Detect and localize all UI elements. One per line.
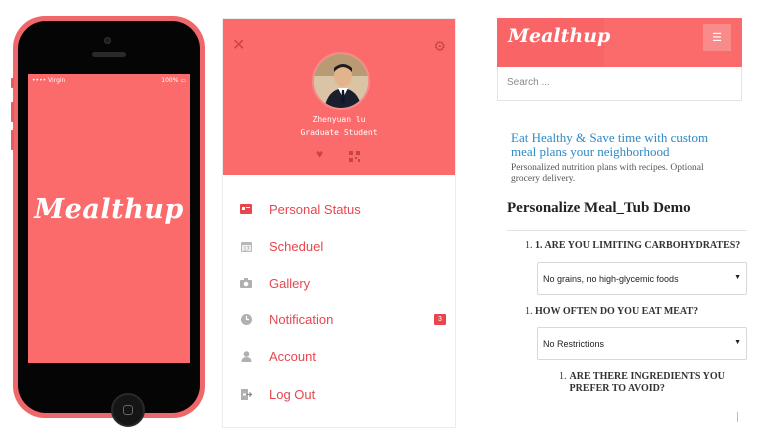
hero-title[interactable]: Eat Healthy & Save time with custom meal…	[511, 131, 736, 159]
logout-icon	[240, 388, 252, 400]
side-menu-panel: ✕ ⚙ Zhenyuan lu Graduate Student ♥ Perso…	[222, 18, 456, 428]
status-battery: 100% ▭	[161, 76, 186, 84]
select-value: No grains, no high-glycemic foods	[543, 273, 679, 284]
battery-percent: 100%	[161, 76, 179, 84]
status-bar: •••• Virgin 100% ▭	[28, 74, 190, 86]
question-2: 1. HOW OFTEN DO YOU EAT MEAT?	[525, 306, 698, 317]
avatar-image	[314, 54, 368, 108]
profile-role: Graduate Student	[300, 128, 378, 137]
text-cursor	[737, 412, 738, 422]
question-text: HOW OFTEN DO YOU EAT MEAT?	[535, 306, 699, 317]
question-1: 1. 1. ARE YOU LIMITING CARBOHYDRATES?	[525, 240, 740, 251]
menu-item-label: Scheduel	[269, 238, 324, 254]
clock-icon	[240, 313, 252, 325]
heart-icon[interactable]: ♥	[316, 147, 323, 161]
volume-up-button	[11, 102, 14, 122]
calendar-icon: 17	[240, 240, 252, 252]
menu-item-account[interactable]: Account	[223, 343, 455, 369]
question-text: ARE THERE INGREDIENTS YOU PREFER TO AVOI…	[569, 371, 725, 394]
section-divider	[507, 230, 747, 231]
search-input[interactable]	[507, 77, 727, 88]
site-logo: Mealthup	[508, 25, 611, 47]
menu-item-label: Gallery	[269, 275, 311, 291]
showcase-stage: •••• Virgin 100% ▭ Mealthup ✕ ⚙ Zhenyuan…	[0, 0, 765, 444]
carbohydrates-select[interactable]: No grains, no high-glycemic foods ▼	[537, 262, 747, 295]
menu-item-log-out[interactable]: Log Out	[223, 381, 455, 407]
question-number: 1.	[525, 240, 533, 251]
id-card-icon	[240, 203, 252, 215]
menu-item-notification[interactable]: Notification 3	[223, 306, 455, 332]
status-carrier: •••• Virgin	[32, 76, 66, 84]
volume-down-button	[11, 130, 14, 150]
menu-item-label: Account	[269, 348, 316, 364]
site-header: Mealthup ☰	[497, 18, 742, 67]
camera-icon	[240, 277, 252, 289]
question-3: 1. ARE THERE INGREDIENTS YOU PREFER TO A…	[559, 371, 729, 395]
phone-screen: •••• Virgin 100% ▭ Mealthup	[28, 74, 190, 363]
question-text: 1. ARE YOU LIMITING CARBOHYDRATES?	[535, 240, 741, 251]
front-camera	[104, 37, 111, 44]
svg-text:17: 17	[243, 246, 249, 252]
select-value: No Restrictions	[543, 338, 605, 349]
menu-header: ✕ ⚙ Zhenyuan lu Graduate Student ♥	[223, 19, 455, 175]
site-logo-box[interactable]: Mealthup	[497, 18, 610, 67]
meat-frequency-select[interactable]: No Restrictions ▼	[537, 327, 747, 360]
demo-title: Personalize Meal_Tub Demo	[507, 200, 691, 216]
mute-switch	[11, 78, 14, 88]
gear-icon[interactable]: ⚙	[433, 39, 446, 53]
menu-item-schedule[interactable]: 17 Scheduel	[223, 233, 455, 259]
question-number: 1.	[559, 371, 567, 382]
splash-logo: Mealthup	[34, 194, 184, 225]
menu-item-label: Notification	[269, 311, 334, 327]
search-box	[497, 67, 742, 101]
profile-name: Zhenyuan lu	[312, 115, 366, 124]
phone-speaker	[92, 52, 126, 57]
caret-down-icon: ▼	[734, 339, 741, 346]
hamburger-icon: ☰	[712, 32, 722, 44]
close-icon[interactable]: ✕	[232, 38, 246, 54]
user-icon	[240, 350, 252, 362]
hero-subtitle: Personalized nutrition plans with recipe…	[511, 163, 704, 184]
notification-badge: 3	[434, 313, 446, 325]
home-button[interactable]	[111, 393, 145, 427]
menu-item-label: Personal Status	[269, 201, 361, 217]
mobile-website-panel: Mealthup ☰ Eat Healthy & Save time with …	[497, 18, 747, 438]
menu-item-gallery[interactable]: Gallery	[223, 270, 455, 296]
qr-code-icon[interactable]	[349, 149, 360, 162]
caret-down-icon: ▼	[734, 274, 741, 281]
question-number: 1.	[525, 306, 533, 317]
menu-item-personal-status[interactable]: Personal Status	[223, 196, 455, 222]
home-button-icon	[123, 405, 133, 415]
hamburger-menu-button[interactable]: ☰	[703, 24, 731, 51]
avatar[interactable]	[312, 52, 370, 110]
menu-item-label: Log Out	[269, 386, 316, 402]
